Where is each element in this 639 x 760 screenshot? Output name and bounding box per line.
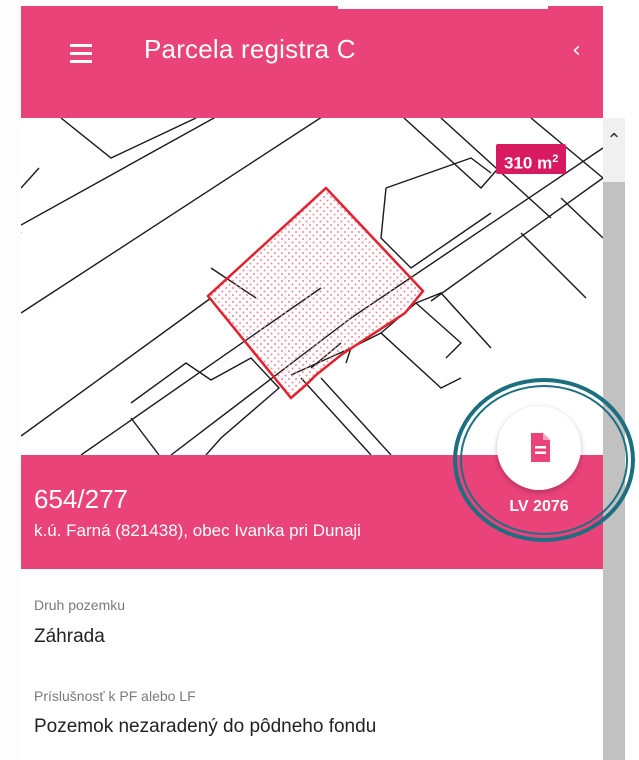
header-top-line [338, 6, 548, 9]
page-margin [0, 0, 21, 760]
area-badge: 310 m2 [496, 144, 567, 174]
scrollbar-thumb[interactable] [603, 182, 625, 760]
selected-parcel [206, 186, 425, 400]
fund-membership-value: Pozemok nezaradený do pôdneho fondu [34, 716, 377, 737]
land-type-label: Druh pozemku [34, 597, 126, 613]
page-title: Parcela registra C [144, 34, 356, 64]
parcel-location: k.ú. Farná (821438), obec Ivanka pri Dun… [34, 521, 361, 540]
fund-membership-label: Príslušnosť k PF alebo LF [34, 688, 196, 704]
lv-label[interactable]: LV 2076 [489, 498, 589, 516]
document-icon [531, 433, 550, 462]
ownership-sheet-button[interactable] [497, 406, 581, 490]
parcel-number: 654/277 [34, 484, 128, 514]
scroll-up-icon[interactable]: ⌃ [603, 130, 625, 158]
chevron-left-icon[interactable]: ‹ [572, 38, 581, 63]
land-type-value: Záhrada [34, 626, 105, 647]
hamburger-menu-icon[interactable] [70, 44, 92, 64]
